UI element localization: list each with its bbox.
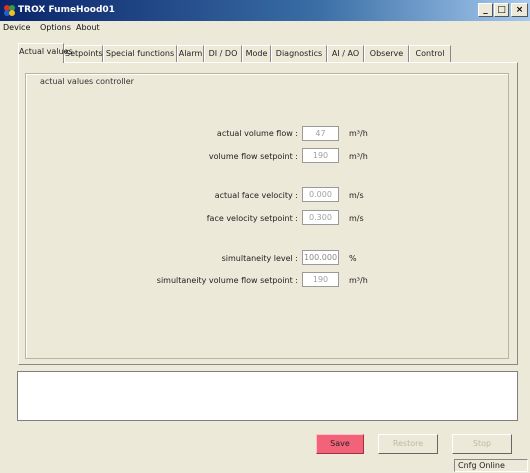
- tab-observe[interactable]: Observe: [364, 45, 409, 62]
- tab-strip: Actual values Setpoints Special function…: [18, 43, 518, 63]
- actual-volume-flow-value: 47: [302, 126, 339, 141]
- volume-flow-setpoint-value: 190: [302, 148, 339, 163]
- menu-bar: Device Options About: [0, 21, 530, 36]
- simultaneity-level-label: simultaneity level :: [221, 254, 298, 263]
- face-velocity-setpoint-label: face velocity setpoint :: [206, 214, 298, 223]
- stop-button[interactable]: Stop: [452, 434, 512, 454]
- close-button[interactable]: ×: [511, 3, 528, 17]
- tab-alarm[interactable]: Alarm: [177, 45, 204, 62]
- status-bar: Cnfg Online: [0, 458, 530, 473]
- window-title: TROX FumeHood01: [18, 5, 115, 15]
- volume-flow-setpoint-label: volume flow setpoint :: [208, 152, 298, 161]
- title-bar[interactable]: TROX FumeHood01 _ □ ×: [0, 0, 530, 21]
- actual-face-velocity-unit: m/s: [349, 191, 364, 200]
- simultaneity-volume-flow-setpoint-value: 190: [302, 272, 339, 287]
- actual-volume-flow-unit: m³/h: [349, 129, 368, 138]
- simultaneity-level-unit: %: [349, 254, 357, 263]
- save-button[interactable]: Save: [316, 434, 364, 454]
- actual-values-panel: actual values controller actual volume f…: [18, 62, 518, 365]
- actual-face-velocity-value: 0.000: [302, 187, 339, 202]
- face-velocity-setpoint-value: 0.300: [302, 210, 339, 225]
- tab-di-do[interactable]: DI / DO: [204, 45, 242, 62]
- connection-status: Cnfg Online: [454, 459, 528, 472]
- message-area[interactable]: [17, 371, 518, 421]
- group-title: actual values controller: [38, 77, 136, 86]
- tab-ai-ao[interactable]: AI / AO: [327, 45, 364, 62]
- tab-special-functions[interactable]: Special functions: [103, 45, 177, 62]
- menu-options[interactable]: Options: [40, 23, 71, 32]
- tab-diagnostics[interactable]: Diagnostics: [271, 45, 327, 62]
- actual-face-velocity-label: actual face velocity :: [214, 191, 298, 200]
- menu-device[interactable]: Device: [3, 23, 30, 32]
- tab-control[interactable]: Control: [409, 45, 451, 62]
- simultaneity-level-value: 100.000: [302, 250, 339, 265]
- simultaneity-volume-flow-setpoint-label: simultaneity volume flow setpoint :: [156, 276, 298, 285]
- face-velocity-setpoint-unit: m/s: [349, 214, 364, 223]
- simultaneity-volume-flow-setpoint-unit: m³/h: [349, 276, 368, 285]
- actual-values-groupbox: actual values controller actual volume f…: [25, 73, 509, 359]
- restore-button[interactable]: Restore: [378, 434, 438, 454]
- tab-actual-values[interactable]: Actual values: [18, 43, 73, 63]
- app-window: TROX FumeHood01 _ □ × Device Options Abo…: [0, 0, 530, 473]
- menu-about[interactable]: About: [76, 23, 100, 32]
- minimize-button[interactable]: _: [478, 3, 493, 17]
- volume-flow-setpoint-unit: m³/h: [349, 152, 368, 161]
- trox-app-icon: [4, 5, 15, 16]
- maximize-button[interactable]: □: [494, 3, 509, 17]
- actual-volume-flow-label: actual volume flow :: [216, 129, 298, 138]
- tab-mode[interactable]: Mode: [242, 45, 271, 62]
